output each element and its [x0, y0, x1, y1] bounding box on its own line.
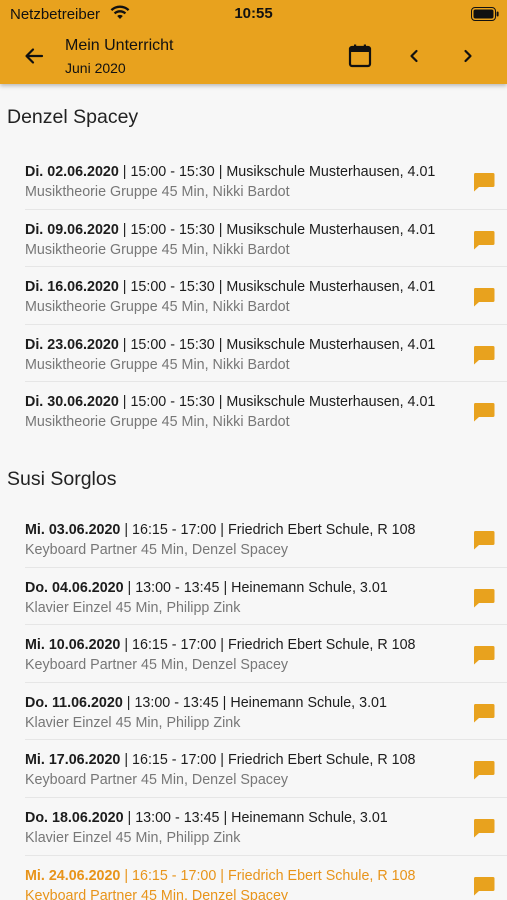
section-header: Susi Sorglos — [7, 467, 117, 490]
lesson-details: | 13:00 - 13:45 | Heinemann Schule, 3.01 — [127, 579, 388, 596]
comment-icon[interactable] — [473, 230, 495, 250]
calendar-icon — [348, 44, 372, 68]
lesson-row[interactable]: Mi. 17.06.2020 | 16:15 - 17:00 | Friedri… — [25, 740, 507, 798]
lesson-date: Mi. 24.06.2020 — [25, 867, 121, 884]
lesson-row[interactable]: Mi. 03.06.2020 | 16:15 - 17:00 | Friedri… — [25, 510, 507, 568]
lesson-row[interactable]: Mi. 24.06.2020 | 16:15 - 17:00 | Friedri… — [25, 856, 507, 900]
lesson-date: Mi. 10.06.2020 — [25, 637, 121, 654]
lesson-date: Mi. 03.06.2020 — [25, 521, 121, 538]
lesson-course: Klavier Einzel 45 Min, Philipp Zink — [25, 829, 241, 846]
lesson-date: Di. 30.06.2020 — [25, 394, 119, 411]
lesson-date: Di. 16.06.2020 — [25, 279, 119, 296]
lesson-row[interactable]: Di. 30.06.2020 | 15:00 - 15:30 | Musiksc… — [25, 382, 507, 440]
lesson-summary: Do. 18.06.2020 | 13:00 - 13:45 | Heinema… — [25, 810, 507, 826]
lesson-summary: Di. 16.06.2020 | 15:00 - 15:30 | Musiksc… — [25, 279, 507, 295]
lesson-details: | 15:00 - 15:30 | Musikschule Musterhaus… — [122, 221, 436, 238]
comment-icon[interactable] — [473, 645, 495, 665]
lesson-date: Do. 04.06.2020 — [25, 579, 124, 596]
section-header: Denzel Spacey — [7, 106, 139, 128]
lesson-row[interactable]: Do. 11.06.2020 | 13:00 - 13:45 | Heinema… — [25, 683, 507, 741]
lesson-summary: Mi. 03.06.2020 | 16:15 - 17:00 | Friedri… — [25, 522, 507, 538]
lesson-course: Musiktheorie Gruppe 45 Min, Nikki Bardot — [25, 299, 290, 316]
lesson-row[interactable]: Di. 23.06.2020 | 15:00 - 15:30 | Musiksc… — [25, 325, 507, 383]
lesson-summary: Do. 11.06.2020 | 13:00 - 13:45 | Heinema… — [25, 695, 507, 711]
lesson-details: | 16:15 - 17:00 | Friedrich Ebert Schule… — [124, 752, 416, 769]
arrow-left-icon — [25, 48, 44, 64]
comment-icon[interactable] — [473, 345, 495, 365]
status-bar: Netzbetreiber 10:55 — [0, 0, 507, 28]
lesson-course: Klavier Einzel 45 Min, Philipp Zink — [25, 599, 241, 616]
lesson-date: Do. 18.06.2020 — [25, 809, 124, 826]
lesson-details: | 13:00 - 13:45 | Heinemann Schule, 3.01 — [127, 809, 388, 826]
back-button[interactable] — [20, 42, 48, 70]
comment-icon[interactable] — [473, 703, 495, 723]
lesson-summary: Di. 30.06.2020 | 15:00 - 15:30 | Musiksc… — [25, 394, 507, 410]
lesson-date: Mi. 17.06.2020 — [25, 752, 121, 769]
lesson-details: | 15:00 - 15:30 | Musikschule Musterhaus… — [122, 164, 436, 180]
clock: 10:55 — [234, 5, 273, 22]
lesson-date: Di. 09.06.2020 — [25, 221, 119, 238]
lesson-details: | 16:15 - 17:00 | Friedrich Ebert Schule… — [124, 521, 416, 538]
comment-icon[interactable] — [473, 876, 495, 896]
app-header: Netzbetreiber 10:55 Mein Unterricht Juni… — [0, 0, 507, 84]
calendar-button[interactable] — [347, 42, 373, 70]
lesson-course: Musiktheorie Gruppe 45 Min, Nikki Bardot — [25, 184, 290, 200]
lesson-summary: Mi. 10.06.2020 | 16:15 - 17:00 | Friedri… — [25, 637, 507, 653]
comment-icon[interactable] — [473, 530, 495, 550]
lesson-course: Musiktheorie Gruppe 45 Min, Nikki Bardot — [25, 241, 290, 258]
lesson-course: Keyboard Partner 45 Min, Denzel Spacey — [25, 772, 289, 789]
lesson-summary: Di. 09.06.2020 | 15:00 - 15:30 | Musiksc… — [25, 222, 507, 238]
lesson-details: | 15:00 - 15:30 | Musikschule Musterhaus… — [122, 394, 436, 411]
lesson-course: Keyboard Partner 45 Min, Denzel Spacey — [25, 541, 289, 558]
lesson-course: Musiktheorie Gruppe 45 Min, Nikki Bardot — [25, 414, 290, 431]
page-subtitle: Juni 2020 — [65, 60, 126, 76]
lesson-row[interactable]: Di. 02.06.2020 | 15:00 - 15:30 | Musiksc… — [25, 152, 507, 210]
lesson-details: | 16:15 - 17:00 | Friedrich Ebert Schule… — [124, 637, 416, 654]
lesson-row[interactable]: Mi. 10.06.2020 | 16:15 - 17:00 | Friedri… — [25, 625, 507, 683]
page-title: Mein Unterricht — [65, 37, 174, 54]
lesson-details: | 13:00 - 13:45 | Heinemann Schule, 3.01 — [126, 694, 387, 711]
battery-icon — [471, 7, 499, 26]
comment-icon[interactable] — [473, 287, 495, 307]
comment-icon[interactable] — [473, 760, 495, 780]
comment-icon[interactable] — [473, 172, 495, 192]
lesson-course: Musiktheorie Gruppe 45 Min, Nikki Bardot — [25, 356, 290, 373]
comment-icon[interactable] — [473, 818, 495, 838]
lesson-summary: Di. 23.06.2020 | 15:00 - 15:30 | Musiksc… — [25, 337, 507, 353]
lesson-details: | 15:00 - 15:30 | Musikschule Musterhaus… — [122, 279, 436, 296]
toolbar: Mein Unterricht Juni 2020 — [0, 28, 507, 84]
chevron-left-icon — [410, 49, 418, 63]
lesson-row[interactable]: Di. 09.06.2020 | 15:00 - 15:30 | Musiksc… — [25, 210, 507, 268]
comment-icon[interactable] — [473, 588, 495, 608]
lesson-summary: Mi. 17.06.2020 | 16:15 - 17:00 | Friedri… — [25, 752, 507, 768]
next-month-button[interactable] — [456, 43, 480, 69]
lesson-details: | 16:15 - 17:00 | Friedrich Ebert Schule… — [124, 867, 416, 884]
lesson-row[interactable]: Di. 16.06.2020 | 15:00 - 15:30 | Musiksc… — [25, 267, 507, 325]
lesson-date: Di. 23.06.2020 — [25, 336, 119, 353]
lesson-summary: Di. 02.06.2020 | 15:00 - 15:30 | Musiksc… — [25, 164, 507, 180]
lesson-row[interactable]: Do. 18.06.2020 | 13:00 - 13:45 | Heinema… — [25, 798, 507, 856]
previous-month-button[interactable] — [402, 43, 426, 69]
lesson-summary: Mi. 24.06.2020 | 16:15 - 17:00 | Friedri… — [25, 868, 507, 884]
lesson-list: Denzel Spacey Di. 02.06.2020 | 15:00 - 15… — [0, 84, 507, 900]
chevron-right-icon — [464, 49, 472, 63]
lesson-row[interactable]: Do. 04.06.2020 | 13:00 - 13:45 | Heinema… — [25, 568, 507, 626]
comment-icon[interactable] — [473, 402, 495, 422]
lesson-course: Keyboard Partner 45 Min, Denzel Spacey — [25, 887, 289, 900]
lesson-summary: Do. 04.06.2020 | 13:00 - 13:45 | Heinema… — [25, 580, 507, 596]
lesson-date: Do. 11.06.2020 — [25, 694, 123, 711]
lesson-details: | 15:00 - 15:30 | Musikschule Musterhaus… — [122, 336, 436, 353]
lesson-course: Klavier Einzel 45 Min, Philipp Zink — [25, 714, 241, 731]
lesson-date: Di. 02.06.2020 — [25, 164, 119, 180]
lesson-course: Keyboard Partner 45 Min, Denzel Spacey — [25, 657, 289, 674]
